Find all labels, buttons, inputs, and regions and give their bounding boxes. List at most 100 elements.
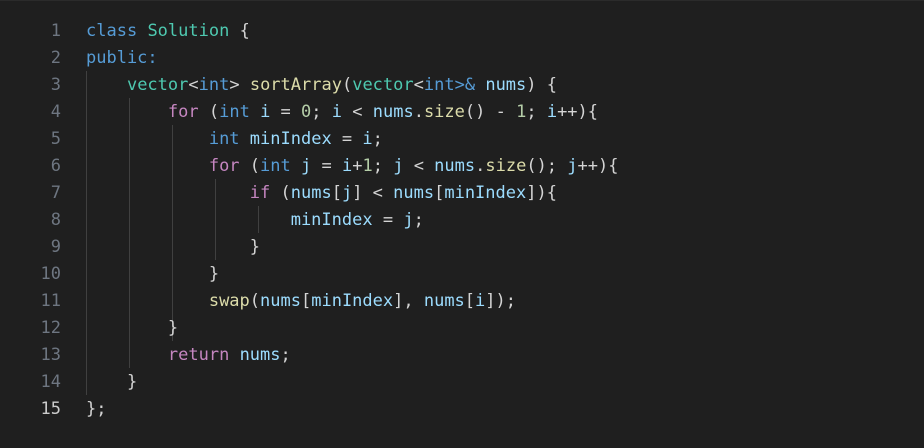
code-token: 0 — [301, 102, 312, 122]
code-token: minIndex — [444, 183, 527, 203]
code-token: { — [229, 21, 250, 41]
code-token: j — [301, 156, 312, 176]
code-text[interactable]: } — [86, 234, 260, 261]
line-number: 6 — [50, 156, 61, 176]
code-line[interactable]: 11 swap(nums[minIndex], nums[i]); — [0, 288, 924, 315]
code-text[interactable]: }; — [86, 396, 106, 423]
code-token: ( — [341, 75, 353, 95]
line-number: 11 — [40, 291, 61, 311]
code-token: + — [352, 156, 363, 176]
code-token: < — [403, 156, 435, 176]
code-token: nums — [239, 345, 281, 365]
code-text[interactable]: public: — [86, 45, 158, 72]
code-token: ; — [311, 102, 332, 122]
code-token: 1 — [362, 156, 373, 176]
code-token: }; — [86, 399, 107, 419]
code-token: Solution — [147, 21, 230, 41]
code-token: ( — [239, 156, 261, 176]
line-number: 9 — [50, 237, 61, 257]
code-token: ; — [413, 210, 424, 230]
code-text[interactable]: } — [86, 261, 219, 288]
code-token: ]){ — [526, 183, 557, 203]
code-token: [ — [464, 291, 476, 311]
code-token: ; — [372, 129, 383, 149]
code-line[interactable]: 3 vector<int> sortArray(vector<int>& num… — [0, 72, 924, 99]
code-line[interactable]: 13 return nums; — [0, 342, 924, 369]
code-text[interactable]: minIndex = j; — [86, 207, 424, 234]
code-token: for — [167, 102, 199, 122]
code-token: [ — [434, 183, 445, 203]
code-token: ] < — [352, 183, 394, 203]
code-line[interactable]: 2 public: — [0, 45, 924, 72]
code-token: < — [342, 102, 373, 122]
code-token: [ — [300, 291, 312, 311]
code-token: (); — [526, 156, 568, 176]
code-token: >& — [454, 75, 476, 95]
code-line[interactable]: 4 for (int i = 0; i < nums.size() - 1; i… — [0, 99, 924, 126]
code-line[interactable]: 8 minIndex = j; — [0, 207, 924, 234]
code-token: j — [567, 156, 578, 176]
code-token: i — [362, 129, 373, 149]
code-token: ( — [270, 183, 291, 203]
code-token: size — [485, 156, 527, 176]
code-line[interactable]: 12 } — [0, 315, 924, 342]
code-token: = — [372, 210, 404, 230]
code-line[interactable]: 5 int minIndex = i; — [0, 126, 924, 153]
code-token: ; — [526, 102, 547, 122]
code-line[interactable]: 9 } — [0, 234, 924, 261]
code-text[interactable]: int minIndex = i; — [86, 126, 383, 153]
code-token: } — [86, 237, 260, 257]
code-token: i — [475, 291, 486, 311]
code-token: < — [413, 75, 424, 95]
code-token: sortArray — [249, 75, 342, 95]
code-token: . — [475, 156, 486, 176]
code-text[interactable]: class Solution { — [86, 18, 250, 45]
code-token: . — [413, 102, 424, 122]
line-number: 4 — [50, 102, 61, 122]
code-token: nums — [485, 75, 527, 95]
code-line[interactable]: 10 } — [0, 261, 924, 288]
code-line[interactable]: 6 for (int j = i+1; j < nums.size(); j++… — [0, 153, 924, 180]
code-text[interactable]: return nums; — [86, 342, 291, 369]
code-token: = — [331, 129, 363, 149]
code-text[interactable]: for (int j = i+1; j < nums.size(); j++){ — [86, 153, 619, 180]
code-token: () - — [464, 102, 517, 122]
code-line[interactable]: 7 if (nums[j] < nums[minIndex]){ — [0, 180, 924, 207]
code-text[interactable]: if (nums[j] < nums[minIndex]){ — [86, 180, 557, 207]
code-editor[interactable]: 1 class Solution {2 public: 3 vector<int> s… — [0, 0, 924, 448]
code-token: = — [311, 156, 342, 176]
code-token: ( — [198, 102, 220, 122]
code-token: nums — [393, 183, 435, 203]
code-token: swap — [208, 291, 250, 311]
code-token: if — [249, 183, 271, 203]
code-line[interactable]: 1 class Solution { — [0, 18, 924, 45]
code-text[interactable]: vector<int> sortArray(vector<int>& nums)… — [86, 72, 557, 99]
code-text[interactable]: } — [86, 315, 178, 342]
code-token: int — [423, 75, 455, 95]
code-token: nums — [434, 156, 476, 176]
code-line[interactable]: 14 } — [0, 369, 924, 396]
line-number: 15 — [40, 399, 61, 419]
code-text[interactable]: for (int i = 0; i < nums.size() - 1; i++… — [86, 99, 598, 126]
code-token: i — [341, 156, 353, 176]
code-line[interactable]: 15}; — [0, 396, 924, 423]
code-text[interactable]: swap(nums[minIndex], nums[i]); — [86, 288, 516, 315]
line-number: 3 — [50, 75, 61, 95]
code-token: minIndex — [311, 291, 394, 311]
code-text[interactable]: } — [86, 369, 137, 396]
line-number: 8 — [50, 210, 61, 230]
code-token: return — [167, 345, 230, 365]
code-token: ) { — [526, 75, 557, 95]
code-token: minIndex — [290, 210, 373, 230]
code-token: j — [393, 156, 404, 176]
code-token: public: — [86, 48, 158, 68]
line-number: 12 — [40, 318, 61, 338]
